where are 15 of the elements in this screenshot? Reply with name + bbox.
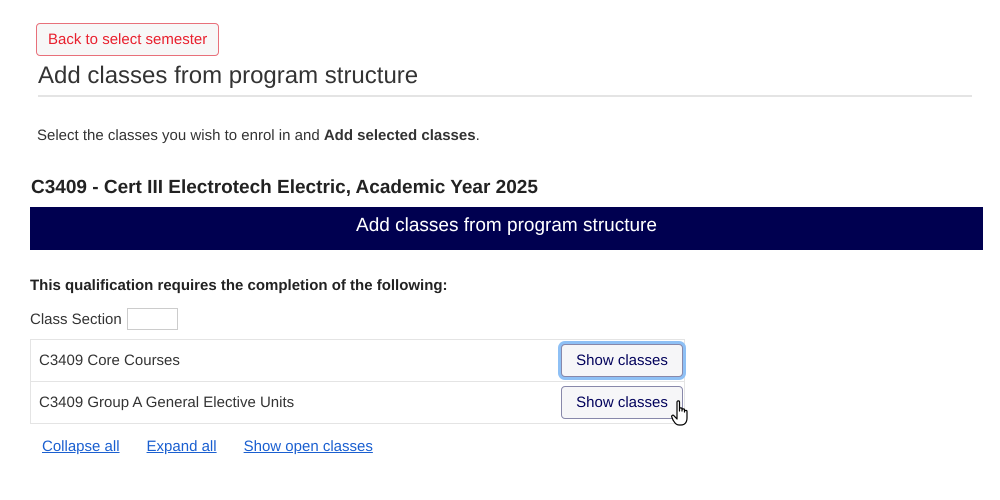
instruction-text: Select the classes you wish to enrol in and Add selected classes.: [37, 127, 481, 144]
back-button[interactable]: Back to select semester: [36, 23, 220, 56]
page-link[interactable]: Show open classes: [244, 438, 373, 455]
requirement-text: This qualification requires the completion of the following:: [30, 277, 449, 294]
section-banner: Add classes from program structure: [30, 207, 983, 250]
group-name: C3409 Group A General Elective Units: [39, 394, 294, 411]
page-title: Add classes from program structure: [38, 62, 972, 97]
field-label: Class Section: [30, 310, 122, 328]
page-link[interactable]: Collapse all: [42, 438, 120, 455]
group-name: C3409 Core Courses: [39, 352, 180, 369]
show-classes-button[interactable]: Show classes: [561, 386, 683, 419]
class-section-field[interactable]: [126, 308, 178, 330]
program-heading: C3409 - Cert III Electrotech Electric, Academic Year 2025: [31, 177, 539, 199]
page-link[interactable]: Expand all: [146, 438, 217, 455]
show-classes-button[interactable]: Show classes: [561, 344, 683, 377]
